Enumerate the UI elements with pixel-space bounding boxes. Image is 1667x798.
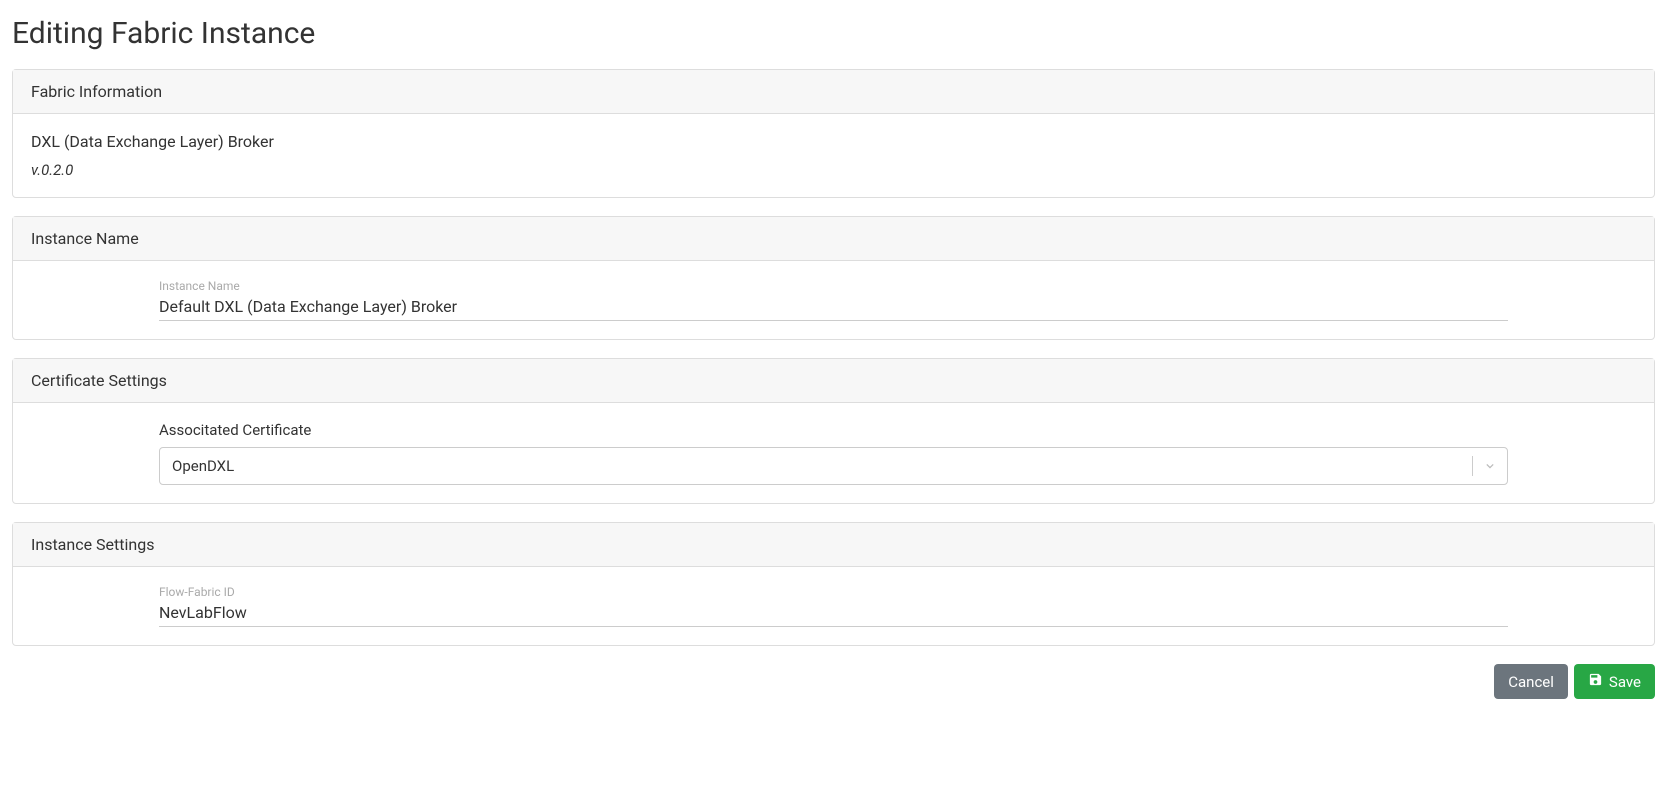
page-title: Editing Fabric Instance — [12, 16, 1655, 51]
associated-certificate-label: Associtated Certificate — [159, 421, 1508, 439]
instance-name-header: Instance Name — [13, 217, 1654, 261]
associated-certificate-select[interactable]: OpenDXL — [159, 447, 1508, 485]
instance-settings-header: Instance Settings — [13, 523, 1654, 567]
flow-fabric-id-input[interactable] — [159, 601, 1508, 627]
instance-settings-panel: Instance Settings Flow-Fabric ID — [12, 522, 1655, 646]
fabric-name-text: DXL (Data Exchange Layer) Broker — [31, 132, 1636, 151]
save-button-label: Save — [1609, 673, 1641, 691]
action-buttons-row: Cancel Save — [12, 664, 1655, 699]
fabric-information-header: Fabric Information — [13, 70, 1654, 114]
cancel-button[interactable]: Cancel — [1494, 664, 1568, 699]
certificate-settings-header: Certificate Settings — [13, 359, 1654, 403]
associated-certificate-value: OpenDXL — [160, 449, 1472, 483]
instance-name-label: Instance Name — [159, 279, 1508, 293]
instance-name-panel: Instance Name Instance Name — [12, 216, 1655, 340]
fabric-version-text: v.0.2.0 — [31, 161, 1636, 179]
chevron-down-icon — [1473, 458, 1507, 474]
save-button[interactable]: Save — [1574, 664, 1655, 699]
instance-name-input[interactable] — [159, 295, 1508, 321]
cancel-button-label: Cancel — [1508, 673, 1554, 691]
fabric-information-panel: Fabric Information DXL (Data Exchange La… — [12, 69, 1655, 198]
flow-fabric-id-label: Flow-Fabric ID — [159, 585, 1508, 599]
save-icon — [1588, 672, 1603, 691]
certificate-settings-panel: Certificate Settings Associtated Certifi… — [12, 358, 1655, 504]
